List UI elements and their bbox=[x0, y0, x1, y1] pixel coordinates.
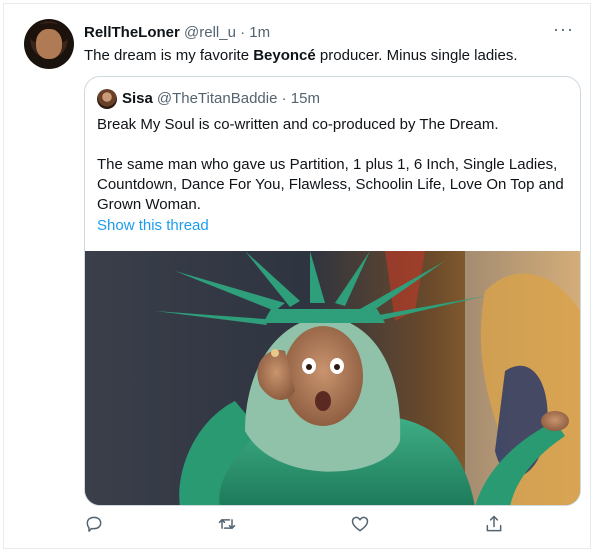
quote-separator: · bbox=[281, 90, 287, 107]
tweet-text: The dream is my favorite Beyoncé produce… bbox=[84, 46, 574, 66]
media-illustration bbox=[85, 251, 580, 505]
more-options-icon[interactable]: ··· bbox=[553, 20, 574, 38]
quote-author-name: Sisa bbox=[122, 90, 153, 107]
quoted-tweet[interactable]: Sisa @TheTitanBaddie · 15m Break My Soul… bbox=[84, 76, 581, 506]
share-icon[interactable] bbox=[484, 514, 508, 538]
reply-icon[interactable] bbox=[84, 514, 108, 538]
author-handle[interactable]: @rell_u bbox=[184, 24, 236, 41]
quote-header: Sisa @TheTitanBaddie · 15m bbox=[97, 89, 320, 109]
quote-paragraph-2: The same man who gave us Partition, 1 pl… bbox=[97, 156, 564, 213]
quote-author-handle: @TheTitanBaddie bbox=[156, 90, 278, 107]
tweet-header: RellTheLoner @rell_u · 1m bbox=[84, 24, 270, 42]
avatar-face bbox=[36, 29, 62, 59]
tweet-text-part2: producer. Minus single ladies. bbox=[315, 47, 518, 64]
author-avatar[interactable] bbox=[24, 19, 74, 69]
tweet-time[interactable]: 1m bbox=[249, 24, 270, 41]
quote-paragraph-1: Break My Soul is co-written and co-produ… bbox=[97, 116, 499, 133]
show-thread-link[interactable]: Show this thread bbox=[97, 217, 209, 234]
tweet-text-part1: The dream is my favorite bbox=[84, 47, 254, 64]
tweet-actions bbox=[84, 514, 524, 540]
quote-time: 15m bbox=[290, 90, 320, 107]
tweet-card[interactable]: RellTheLoner @rell_u · 1m ··· The dream … bbox=[3, 3, 591, 549]
retweet-icon[interactable] bbox=[217, 514, 241, 538]
tweet-text-bold: Beyoncé bbox=[253, 47, 316, 64]
quote-media-image[interactable] bbox=[85, 251, 580, 505]
quote-avatar bbox=[97, 89, 117, 109]
like-icon[interactable] bbox=[350, 514, 374, 538]
header-separator: · bbox=[240, 24, 246, 41]
author-name[interactable]: RellTheLoner bbox=[84, 24, 180, 41]
quote-body: Break My Soul is co-written and co-produ… bbox=[97, 115, 567, 215]
